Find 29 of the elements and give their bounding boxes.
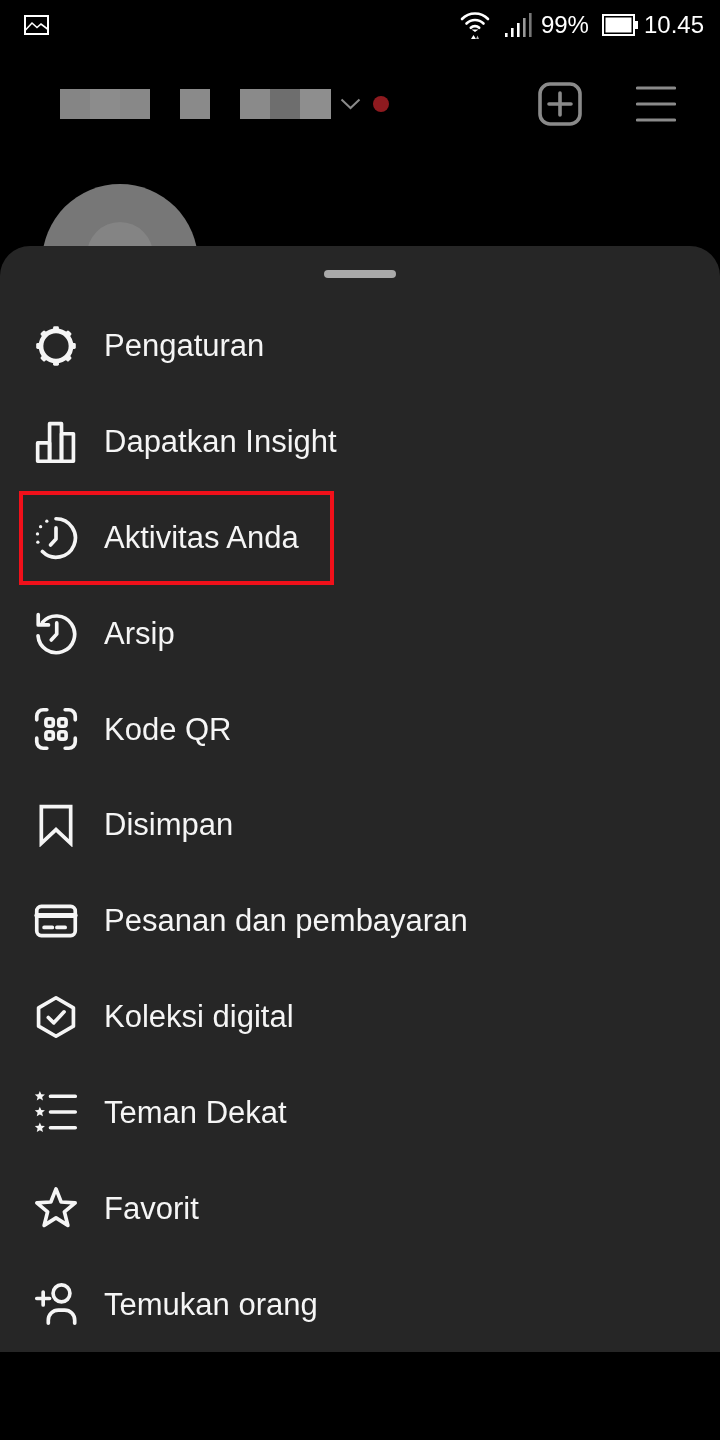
menu-item[interactable]: Pesanan dan pembayaran xyxy=(19,873,503,968)
menu-item[interactable]: Disimpan xyxy=(19,777,269,872)
menu-icon[interactable] xyxy=(636,86,676,122)
battery-percentage: 99% xyxy=(540,13,589,37)
caret-icon[interactable] xyxy=(340,98,361,110)
dotted-clock-icon xyxy=(34,515,78,560)
bar-chart-icon xyxy=(34,419,78,464)
starred-list-icon xyxy=(34,1090,78,1135)
menu-item[interactable]: Koleksi digital xyxy=(19,969,329,1064)
menu-item[interactable]: Arsip xyxy=(19,586,210,681)
qr-code-icon xyxy=(34,707,78,752)
history-icon xyxy=(34,611,78,656)
menu-item[interactable]: Teman Dekat xyxy=(19,1065,322,1160)
image-icon xyxy=(24,15,49,35)
clock-time: 10.45 xyxy=(643,13,704,37)
plus-square-icon[interactable] xyxy=(538,82,582,126)
signal-icon xyxy=(504,13,532,37)
menu-item[interactable]: Favorit xyxy=(19,1161,234,1256)
wifi-icon xyxy=(459,10,490,40)
drag-handle[interactable] xyxy=(324,270,396,278)
menu-item[interactable]: Aktivitas Anda xyxy=(19,490,334,585)
menu-item[interactable]: Dapatkan Insight xyxy=(19,394,372,489)
add-person-icon xyxy=(34,1282,78,1326)
battery-icon xyxy=(601,14,638,36)
menu-item[interactable]: Kode QR xyxy=(19,682,267,777)
menu-item[interactable]: Temukan orang xyxy=(19,1257,353,1351)
gear-icon xyxy=(34,323,78,368)
menu-item[interactable]: Pengaturan xyxy=(19,298,300,393)
hexagon-check-icon xyxy=(34,994,78,1039)
